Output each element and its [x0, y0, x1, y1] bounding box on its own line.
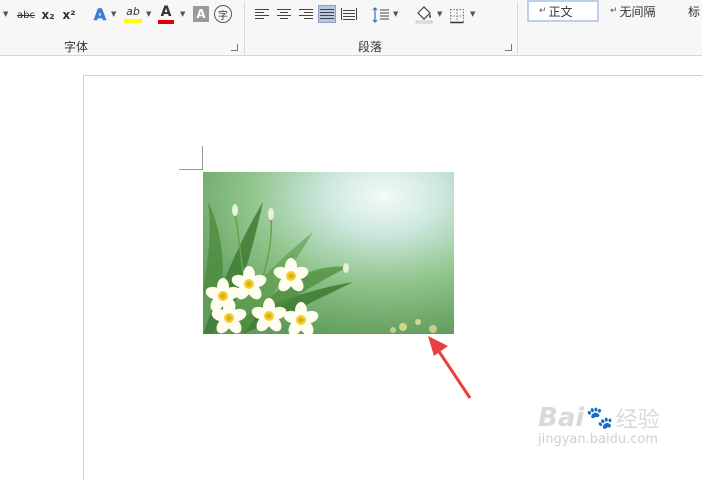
style-heading[interactable]: 标: [678, 0, 702, 22]
font-color-dropdown-arrow[interactable]: ▼: [180, 10, 185, 18]
justify-button[interactable]: [318, 5, 336, 23]
superscript-button[interactable]: x²: [59, 4, 79, 26]
align-center-button[interactable]: [276, 6, 292, 22]
inserted-picture[interactable]: [203, 172, 454, 334]
paragraph-group-label: 段落: [358, 40, 383, 54]
font-group-label: 字体: [64, 40, 89, 54]
paint-bucket-icon: [415, 6, 433, 24]
shading-button[interactable]: [414, 3, 434, 25]
font-color-button[interactable]: A: [156, 3, 176, 25]
line-spacing-button[interactable]: [372, 4, 390, 26]
borders-icon: [450, 9, 464, 24]
distributed-align-button[interactable]: [341, 6, 357, 22]
paw-icon: 🐾: [586, 405, 614, 431]
style-label: 标: [688, 4, 701, 19]
text-effects-dropdown-arrow[interactable]: ▼: [111, 10, 116, 18]
annotation-arrow-icon: [428, 336, 472, 399]
style-no-spacing[interactable]: ↵ 无间隔: [600, 0, 676, 22]
watermark-brand-suffix: 经验: [615, 408, 660, 433]
line-spacing-icon: [372, 7, 389, 23]
group-separator: [244, 2, 245, 54]
font-size-dropdown-arrow[interactable]: ▼: [3, 10, 8, 18]
style-label: 无间隔: [619, 4, 656, 19]
style-normal[interactable]: ↵ 正文: [527, 0, 599, 22]
font-color-swatch: [158, 19, 174, 24]
watermark-url: jingyan.baidu.com: [538, 432, 658, 447]
paragraph-mark-icon: ↵: [539, 6, 547, 16]
highlight-dropdown-arrow[interactable]: ▼: [146, 10, 151, 18]
page-left-edge: [83, 75, 84, 480]
highlight-label: ab: [126, 4, 140, 18]
ribbon: ▼ abc x₂ x² A ▼ ab ▼ A ▼ A 字 字体 ▼ ▼ ▼ 段落…: [0, 0, 702, 56]
font-dialog-launcher-icon[interactable]: [231, 44, 238, 51]
shading-dropdown-arrow[interactable]: ▼: [437, 10, 442, 18]
flower-illustration: [203, 172, 454, 334]
enclose-characters-button[interactable]: 字: [214, 5, 232, 23]
paragraph-dialog-launcher-icon[interactable]: [505, 44, 512, 51]
strikethrough-button[interactable]: abc: [15, 4, 37, 26]
highlight-color-swatch: [124, 18, 142, 23]
borders-dropdown-arrow[interactable]: ▼: [470, 10, 475, 18]
style-label: 正文: [548, 4, 573, 19]
highlight-button[interactable]: ab: [122, 3, 144, 25]
subscript-button[interactable]: x₂: [38, 4, 58, 26]
watermark: Bai 🐾 经验 jingyan.baidu.com: [538, 402, 660, 447]
text-effects-button[interactable]: A: [90, 3, 110, 25]
align-left-button[interactable]: [254, 6, 270, 22]
margin-corner-mark: [202, 146, 203, 170]
borders-button[interactable]: [448, 5, 466, 27]
page-top-edge: [83, 75, 702, 76]
group-separator: [517, 2, 518, 54]
font-color-label: A: [160, 3, 172, 20]
margin-corner-mark: [179, 169, 203, 170]
line-spacing-dropdown-arrow[interactable]: ▼: [393, 10, 398, 18]
paragraph-mark-icon: ↵: [610, 6, 618, 16]
character-shading-button[interactable]: A: [193, 6, 209, 22]
align-right-button[interactable]: [298, 6, 314, 22]
watermark-brand: Bai: [538, 403, 585, 433]
